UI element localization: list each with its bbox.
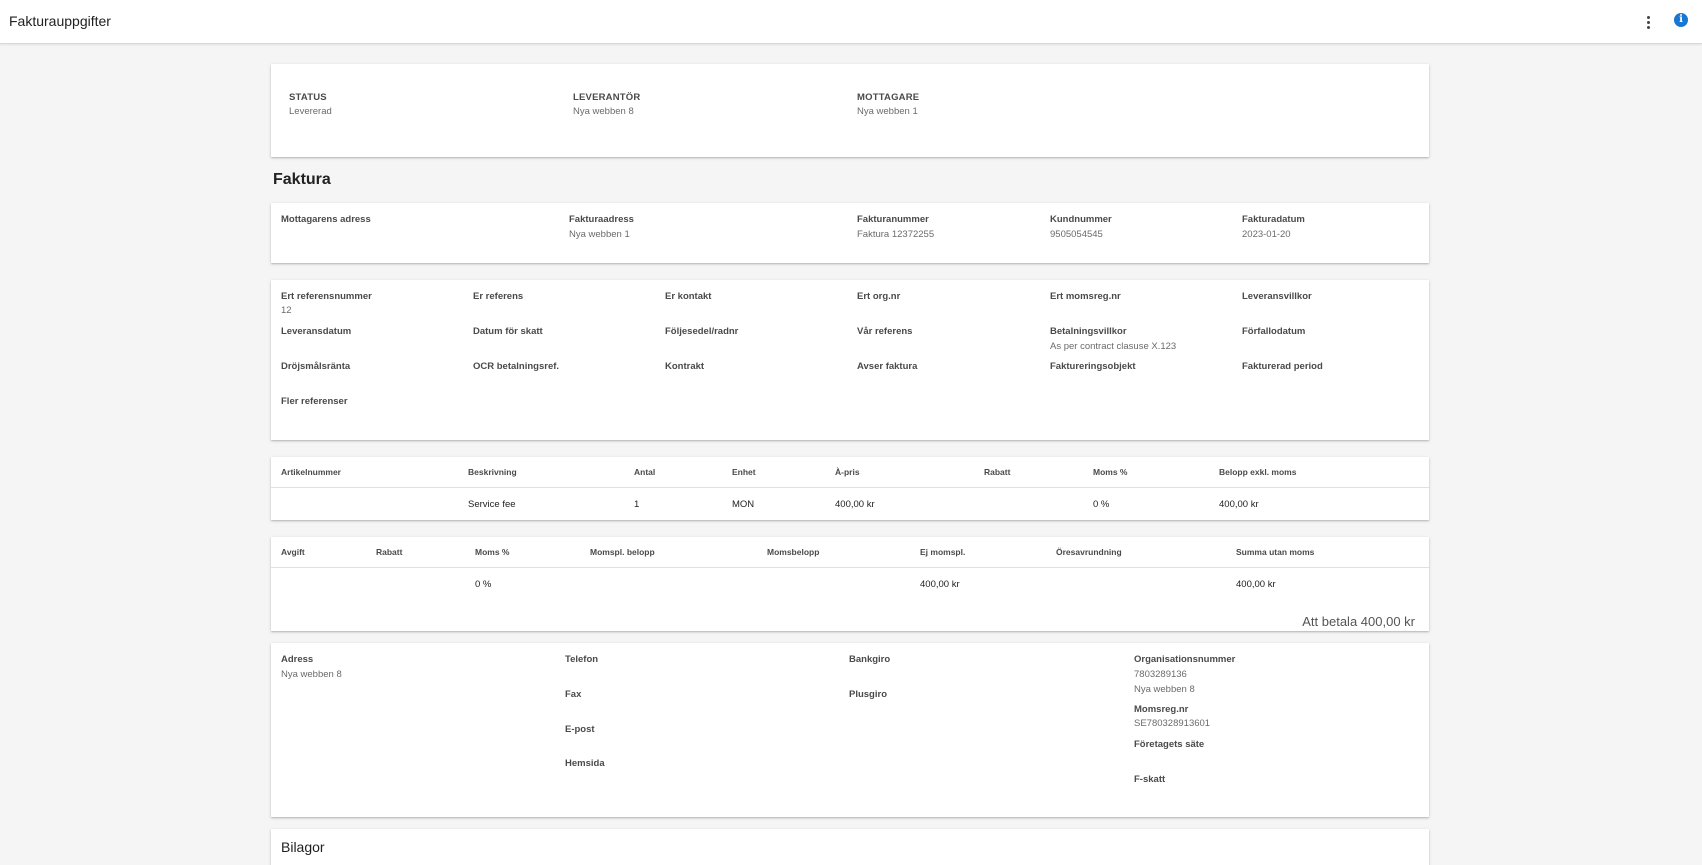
your-reference-label: Er referens xyxy=(473,291,524,302)
column-header: Moms % xyxy=(475,547,510,557)
supplier-label: LEVERANTÖR xyxy=(573,92,641,103)
delivery-note-label: Följesedel/radnr xyxy=(665,326,739,337)
invoice-address-value: Nya webben 1 xyxy=(569,229,630,240)
our-reference-label: Vår referens xyxy=(857,326,913,337)
more-references-label: Fler referenser xyxy=(281,396,348,407)
more-vert-icon[interactable] xyxy=(1640,12,1656,32)
supplier-value: Nya webben 8 xyxy=(573,106,634,117)
customer-number-value: 9505054545 xyxy=(1050,229,1103,240)
line-quantity: 1 xyxy=(634,499,640,510)
due-date-label: Förfallodatum xyxy=(1242,326,1306,337)
your-contact-label: Er kontakt xyxy=(665,291,712,302)
your-ref-number-value: 12 xyxy=(281,305,292,316)
references-card: Ert referensnummer 12 Er referens Er kon… xyxy=(271,280,1429,440)
totals-vat: 0 % xyxy=(475,579,492,590)
totals-table: Avgift Rabatt Moms % Momspl. belopp Moms… xyxy=(271,537,1429,631)
your-vat-label: Ert momsreg.nr xyxy=(1050,291,1121,302)
recipient-address-label: Mottagarens adress xyxy=(281,214,371,225)
column-header: Rabatt xyxy=(984,467,1011,477)
payment-terms-label: Betalningsvillkor xyxy=(1050,326,1127,337)
email-label: E-post xyxy=(565,724,595,735)
page-title: Fakturauppgifter xyxy=(9,13,111,29)
billed-period-label: Fakturerad period xyxy=(1242,361,1323,372)
column-header: À-pris xyxy=(835,467,860,477)
supplier-info-card: Adress Nya webben 8 Telefon Fax E-post H… xyxy=(271,643,1429,817)
address-value: Nya webben 8 xyxy=(281,669,342,680)
column-header: Momsbelopp xyxy=(767,547,820,557)
ocr-label: OCR betalningsref. xyxy=(473,361,560,372)
totals-sum-ex-vat: 400,00 kr xyxy=(1236,579,1276,590)
invoice-date-label: Fakturadatum xyxy=(1242,214,1305,225)
delivery-date-label: Leveransdatum xyxy=(281,326,352,337)
f-tax-label: F-skatt xyxy=(1134,774,1166,785)
column-header: Summa utan moms xyxy=(1236,547,1315,557)
delivery-terms-label: Leveransvillkor xyxy=(1242,291,1312,302)
org-name-value: Nya webben 8 xyxy=(1134,684,1195,695)
line-unit: MON xyxy=(732,499,755,510)
invoice-number-value: Faktura 12372255 xyxy=(857,229,935,240)
column-header: Moms % xyxy=(1093,467,1128,477)
column-header: Avgift xyxy=(281,547,305,557)
invoice-address-label: Fakturaadress xyxy=(569,214,634,225)
late-interest-label: Dröjsmålsränta xyxy=(281,361,351,372)
status-value: Levererad xyxy=(289,106,332,117)
attachments-title: Bilagor xyxy=(281,839,325,855)
app-bar: Fakturauppgifter i xyxy=(0,0,1702,44)
status-label: STATUS xyxy=(289,92,327,103)
info-icon[interactable]: i xyxy=(1674,13,1688,27)
column-header: Artikelnummer xyxy=(281,467,341,477)
invoice-section-title: Faktura xyxy=(273,171,331,188)
divider xyxy=(271,567,1429,568)
line-vat: 0 % xyxy=(1093,499,1110,510)
company-seat-label: Företagets säte xyxy=(1134,739,1205,750)
line-description: Service fee xyxy=(468,499,516,510)
divider xyxy=(271,487,1429,488)
your-ref-number-label: Ert referensnummer xyxy=(281,291,372,302)
line-unit-price: 400,00 kr xyxy=(835,499,875,510)
column-header: Antal xyxy=(634,467,656,477)
attachments-card: Bilagor xyxy=(271,829,1429,865)
column-header: Rabatt xyxy=(376,547,403,557)
recipient-label: MOTTAGARE xyxy=(857,92,920,103)
tax-date-label: Datum för skatt xyxy=(473,326,543,337)
vat-reg-value: SE780328913601 xyxy=(1134,718,1211,729)
amount-to-pay: Att betala 400,00 kr xyxy=(1302,614,1415,629)
payment-terms-value: As per contract clasuse X.123 xyxy=(1050,341,1177,352)
fax-label: Fax xyxy=(565,689,582,700)
contract-label: Kontrakt xyxy=(665,361,705,372)
column-header: Ej momspl. xyxy=(920,547,966,557)
vat-reg-label: Momsreg.nr xyxy=(1134,704,1189,715)
column-header: Beskrivning xyxy=(468,467,517,477)
customer-number-label: Kundnummer xyxy=(1050,214,1112,225)
org-number-value: 7803289136 xyxy=(1134,669,1187,680)
billing-object-label: Faktureringsobjekt xyxy=(1050,361,1136,372)
phone-label: Telefon xyxy=(565,654,599,665)
address-label: Adress xyxy=(281,654,314,665)
line-amount: 400,00 kr xyxy=(1219,499,1259,510)
column-header: Belopp exkl. moms xyxy=(1219,467,1297,477)
invoice-date-value: 2023-01-20 xyxy=(1242,229,1291,240)
your-org-label: Ert org.nr xyxy=(857,291,901,302)
column-header: Öresavrundning xyxy=(1056,547,1122,557)
totals-non-vat: 400,00 kr xyxy=(920,579,960,590)
plusgiro-label: Plusgiro xyxy=(849,689,888,700)
bankgiro-label: Bankgiro xyxy=(849,654,891,665)
recipient-value: Nya webben 1 xyxy=(857,106,918,117)
column-header: Enhet xyxy=(732,467,756,477)
website-label: Hemsida xyxy=(565,758,605,769)
org-number-label: Organisationsnummer xyxy=(1134,654,1236,665)
invoice-header-card: Mottagarens adress Fakturaadress Nya web… xyxy=(271,203,1429,263)
column-header: Momspl. belopp xyxy=(590,547,655,557)
summary-card: STATUS Levererad LEVERANTÖR Nya webben 8… xyxy=(271,64,1429,157)
invoice-number-label: Fakturanummer xyxy=(857,214,929,225)
invoice-lines-table: Artikelnummer Beskrivning Antal Enhet À-… xyxy=(271,457,1429,520)
concerns-invoice-label: Avser faktura xyxy=(857,361,918,372)
